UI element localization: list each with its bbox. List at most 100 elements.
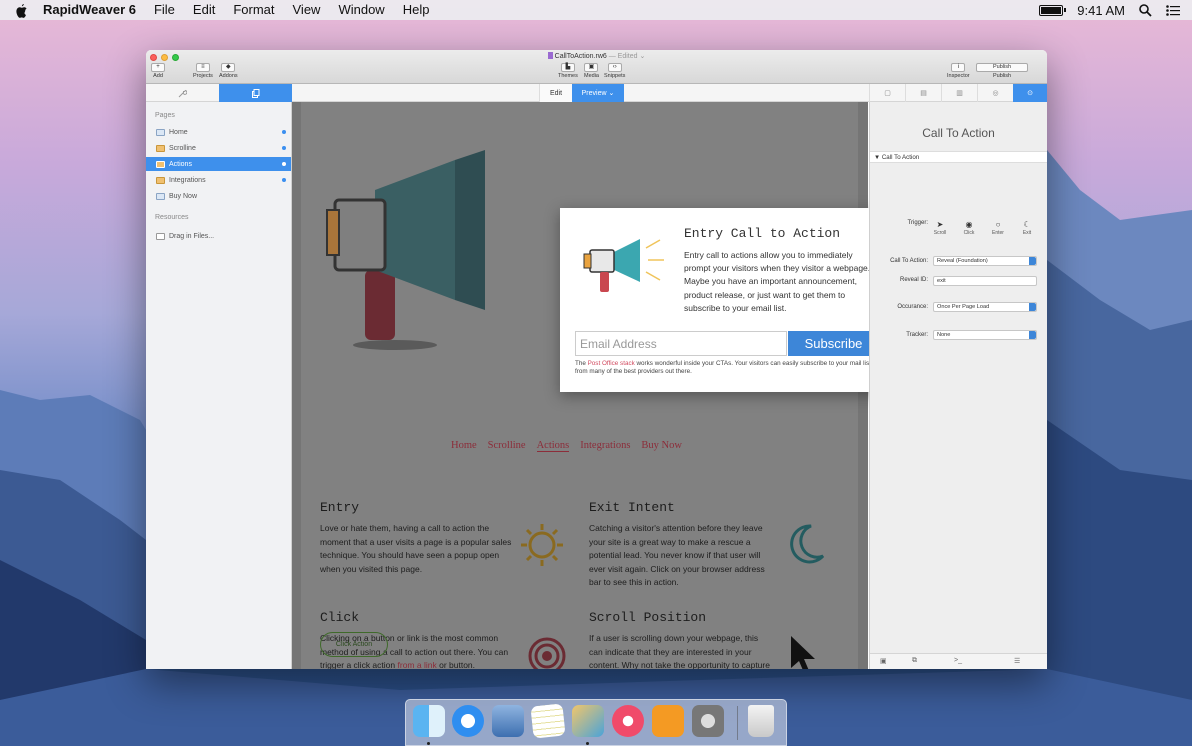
chevron-down-icon (1029, 331, 1036, 339)
add-button[interactable]: + Add (151, 63, 165, 79)
from-a-link[interactable]: from a link (398, 660, 437, 669)
pages-header: Pages (155, 112, 175, 119)
tracker-select[interactable]: None (933, 330, 1037, 340)
section-title: Scroll Position (589, 610, 707, 625)
site-nav-actions[interactable]: Actions (536, 440, 570, 452)
trigger-enter[interactable]: ○ Enter (987, 220, 1009, 236)
spotlight-icon[interactable] (1139, 3, 1152, 17)
dock (405, 699, 787, 746)
sidebar-item-label: Home (169, 128, 188, 136)
clock[interactable]: 9:41 AM (1077, 3, 1125, 18)
edit-mode-tab[interactable]: Edit (539, 84, 572, 102)
target-icon (528, 637, 566, 669)
menu-format[interactable]: Format (224, 0, 283, 20)
sidebar-item-label: Actions (169, 160, 192, 168)
chevron-down-icon (1029, 303, 1036, 311)
site-nav-home[interactable]: Home (451, 440, 477, 452)
snippets-button[interactable]: ‹› Snippets (604, 63, 625, 79)
code-icon[interactable]: >_ (954, 657, 962, 664)
rapidweaver-icon[interactable] (572, 705, 604, 737)
media-button[interactable]: ▣ Media (584, 63, 599, 79)
sidebar-item-scrolline[interactable]: Scrolline (146, 141, 291, 155)
occurance-select-value: Once Per Page Load (937, 304, 990, 310)
system-preferences-icon[interactable] (692, 705, 724, 737)
site-nav-integrations[interactable]: Integrations (580, 440, 630, 452)
trigger-scroll[interactable]: ➤ Scroll (929, 220, 951, 236)
publish-dropdown: Publish (976, 63, 1028, 72)
inspector-tab-stack[interactable]: ⊙ (1013, 84, 1047, 102)
projects-button[interactable]: ≡ Projects (193, 63, 213, 79)
trigger-scroll-label: Scroll (933, 230, 947, 236)
adjustments-icon[interactable]: ☰ (1014, 657, 1020, 665)
occurance-select[interactable]: Once Per Page Load (933, 302, 1037, 312)
publish-button[interactable]: Publish Publish (976, 63, 1028, 79)
tab-row: Edit Preview ⌄ ▢ ▤ ▥ ◎ ⊙ (146, 84, 1047, 102)
trigger-label: Trigger: (907, 220, 928, 226)
snippets-label: Snippets (604, 73, 626, 79)
email-field[interactable]: Email Address (575, 331, 787, 356)
app-menu[interactable]: RapidWeaver 6 (34, 0, 145, 20)
stacks-page-icon (156, 144, 165, 152)
publish-status-dot (282, 162, 286, 166)
menu-file[interactable]: File (145, 0, 184, 20)
site-nav-buy-now[interactable]: Buy Now (641, 440, 682, 452)
inspector-tab-general[interactable]: ▢ (869, 84, 905, 102)
duplicate-icon[interactable]: ⧉ (912, 657, 917, 665)
subscribe-button[interactable]: Subscribe (788, 331, 879, 356)
inspector-tab-page[interactable]: ▤ (905, 84, 941, 102)
tab-pages[interactable] (219, 84, 292, 102)
notes-icon[interactable] (530, 703, 566, 739)
section-text: Catching a visitor's attention before th… (589, 523, 765, 587)
menu-bar: RapidWeaver 6 File Edit Format View Wind… (0, 0, 1192, 20)
page-icon (156, 192, 165, 200)
trigger-click[interactable]: ◉ Click (958, 220, 980, 236)
notification-center-icon[interactable] (1166, 4, 1180, 16)
mail-icon[interactable] (492, 705, 524, 737)
moon-icon: ☾ (1023, 220, 1031, 229)
section-text: If a user is scrolling down your webpage… (589, 633, 770, 669)
sidebar-item-actions[interactable]: Actions (146, 157, 291, 171)
safari-icon[interactable] (452, 705, 484, 737)
tab-settings[interactable] (146, 84, 219, 102)
resources-drop-target[interactable]: Drag in Files... (146, 229, 291, 243)
publish-status-dot (282, 178, 286, 182)
reveal-id-label: Reveal ID: (899, 277, 928, 283)
wrench-icon (178, 89, 187, 97)
document-state: — Edited ⌄ (608, 53, 646, 60)
stack-settings-icon[interactable]: ▣ (880, 657, 887, 665)
sidebar-item-integrations[interactable]: Integrations (146, 173, 291, 187)
trigger-exit[interactable]: ☾ Exit (1016, 220, 1038, 236)
menu-help[interactable]: Help (394, 0, 439, 20)
battery-icon[interactable] (1039, 4, 1067, 16)
site-nav-scrolline[interactable]: Scrolline (488, 440, 526, 452)
click-action-button[interactable]: Click Action (320, 632, 388, 657)
reveal-id-field[interactable]: exit (933, 276, 1037, 286)
menu-window[interactable]: Window (329, 0, 393, 20)
addons-button[interactable]: ◆ Addons (219, 63, 238, 79)
trigger-click-label: Click (963, 230, 975, 236)
inspector-tab-styles[interactable]: ◎ (977, 84, 1013, 102)
inspector-button[interactable]: i Inspector (947, 63, 970, 79)
inspector-bottom-bar: ▣ ⧉ >_ ☰ (870, 653, 1047, 669)
apple-icon[interactable] (14, 3, 28, 18)
preview-mode-tab[interactable]: Preview ⌄ (572, 84, 624, 102)
sidebar-item-buy-now[interactable]: Buy Now (146, 189, 291, 203)
inspector-tab-layout[interactable]: ▥ (941, 84, 977, 102)
themes-button[interactable]: ▙ Themes (558, 63, 578, 79)
cta-select[interactable]: Reveal (Foundation) (933, 256, 1037, 266)
itunes-icon[interactable] (612, 705, 644, 737)
menu-edit[interactable]: Edit (184, 0, 224, 20)
modal-title: Entry Call to Action (684, 226, 841, 241)
ibooks-icon[interactable] (652, 705, 684, 737)
post-office-link[interactable]: Post Office stack (588, 360, 635, 367)
section-title: Click (320, 610, 360, 625)
sidebar-item-label: Scrolline (169, 144, 196, 152)
sidebar-item-home[interactable]: Home (146, 125, 291, 139)
entry-cta-modal: Entry Call to Action × Entry call to act… (560, 208, 895, 392)
trash-icon[interactable] (748, 705, 774, 737)
document-name: CallToAction.rw6 (554, 53, 607, 60)
inspector-group-header[interactable]: ▼ Call To Action (870, 151, 1047, 163)
cursor-icon: ➤ (936, 220, 944, 229)
menu-view[interactable]: View (284, 0, 330, 20)
finder-icon[interactable] (413, 705, 445, 737)
